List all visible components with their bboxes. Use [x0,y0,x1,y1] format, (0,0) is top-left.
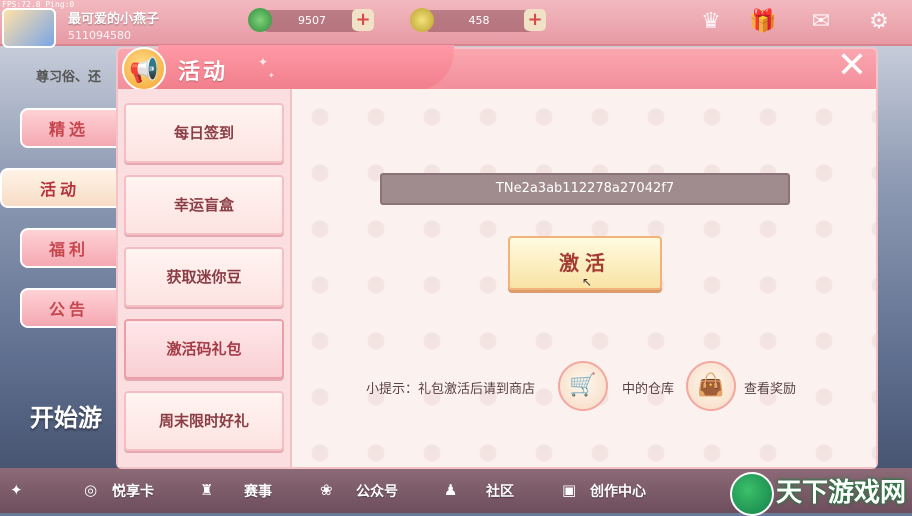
megaphone-icon: 📢 [122,47,166,91]
activation-content: TNe2a3ab112278a27042f7 激活 ↖ 小提示：礼包激活后请到商… [292,89,876,467]
add-green-currency-button[interactable]: + [352,9,374,31]
category-tab-benefits[interactable]: 福利 [20,228,118,268]
news-ticker: 尊习俗、还 [36,70,102,85]
tip-text-part1: 小提示：礼包激活后请到商店 [366,382,536,397]
card-icon: ◎ [84,481,98,499]
menu-item-weekend-gift[interactable]: 周末限时好礼 [124,391,284,451]
activity-menu: 每日签到 幸运盲盒 获取迷你豆 激活码礼包 周末限时好礼 [118,89,292,467]
nav-item-card[interactable]: 悦享卡 [112,481,154,501]
menu-item-lucky-box[interactable]: 幸运盲盒 [124,175,284,235]
gold-currency: 458 + [410,8,546,32]
trophy-icon: ♜ [200,481,214,499]
menu-item-activation-code[interactable]: 激活码礼包 [124,319,284,379]
nav-item-events[interactable]: 赛事 [244,481,272,501]
community-icon: ♟ [444,481,458,499]
watermark-text: 天下游戏网 [776,478,907,508]
close-button[interactable]: ✕ [832,46,872,86]
gold-coin-icon [410,8,434,32]
gear-icon[interactable]: ⚙ [864,8,894,36]
green-gem-icon [248,8,272,32]
menu-item-get-mini-beans[interactable]: 获取迷你豆 [124,247,284,307]
dialog-title: 活动 [178,60,229,85]
category-tab-featured[interactable]: 精选 [20,108,118,148]
category-tab-notices[interactable]: 公告 [20,288,118,328]
shop-cart-icon: 🛒 [558,361,608,411]
sparkle-icon: ✦ [268,71,275,80]
nav-item-official[interactable]: 公众号 [356,481,398,501]
mouse-cursor-icon: ↖ [582,275,593,289]
wechat-icon: ❀ [320,481,333,499]
watermark-logo-icon [730,472,774,516]
settings-icon[interactable]: ✦ [10,481,23,499]
gift-icon[interactable]: 🎁 [748,8,778,36]
green-currency-value: 9507 [298,14,326,27]
menu-item-daily-checkin[interactable]: 每日签到 [124,103,284,163]
add-gold-currency-button[interactable]: + [524,9,546,31]
avatar[interactable] [2,8,56,48]
player-name: 最可爱的小燕子 [68,12,160,27]
gold-currency-value: 458 [468,14,490,27]
dialog-header: 📢 活动 ✦ ✦ ✕ [118,45,876,91]
player-id: 511094580 [68,29,131,42]
nav-item-community[interactable]: 社区 [486,481,514,501]
nav-item-creation[interactable]: 创作中心 [590,481,646,501]
site-watermark: 天下游戏网 [730,470,912,516]
activity-dialog: 📢 活动 ✦ ✦ ✕ 每日签到 幸运盲盒 获取迷你豆 激活码礼包 周末限时好礼 … [116,45,878,469]
activation-code-input[interactable]: TNe2a3ab112278a27042f7 [380,173,790,205]
mail-icon[interactable]: ✉ [806,8,836,36]
green-currency: 9507 + [248,8,374,32]
warehouse-bag-icon: 👜 [686,361,736,411]
sparkle-icon: ✦ [258,55,269,69]
tip-text-part3: 查看奖励 [744,382,797,397]
box-icon: ▣ [562,481,577,499]
start-game-button[interactable]: 开始游 [30,398,102,433]
top-hud: FPS:72.8 Ping:0 最可爱的小燕子 511094580 9507 +… [0,0,912,48]
crown-icon[interactable]: ♛ [696,8,726,36]
category-tab-events[interactable]: 活动 [0,168,120,208]
tip-text-part2: 中的仓库 [622,382,675,397]
